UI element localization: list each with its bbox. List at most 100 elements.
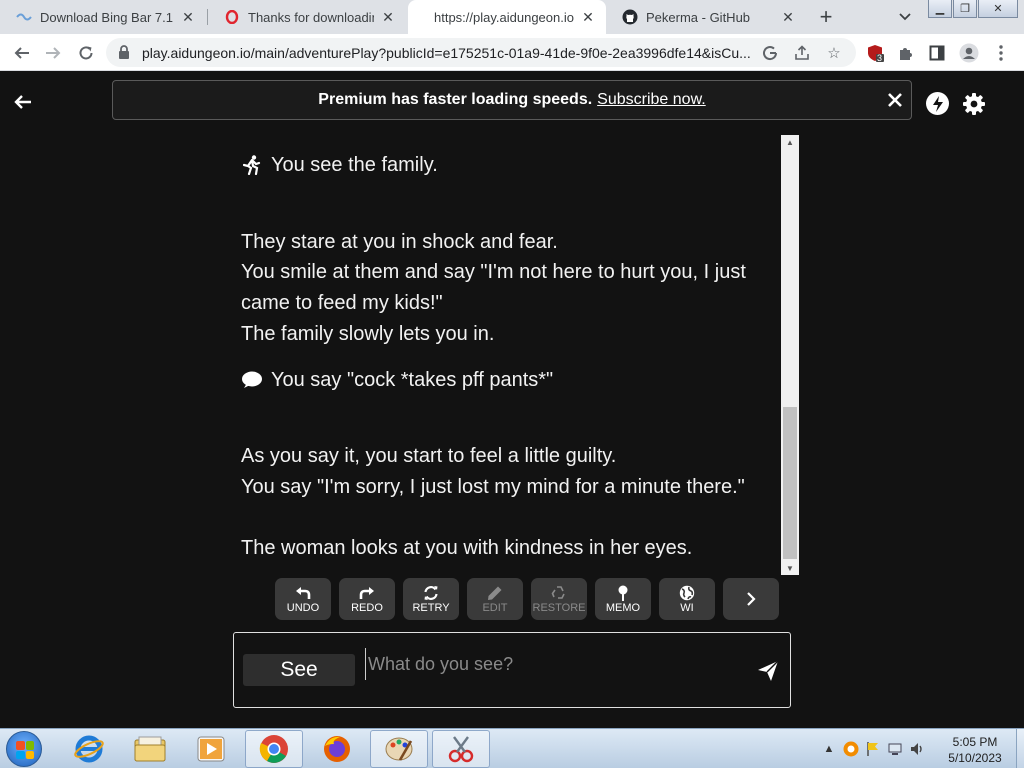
clock-time: 5:05 PM [952,735,998,749]
extension-badge: 3 [877,53,883,63]
file-explorer-icon[interactable] [121,730,179,768]
send-icon[interactable] [756,659,780,683]
side-panel-icon[interactable] [924,40,950,66]
redo-label: REDO [351,601,383,614]
taskbar-clock[interactable]: 5:05 PM 5/10/2023 [936,734,1014,766]
restore-button[interactable]: RESTORE [531,578,587,620]
banner-text: Premium has faster loading speeds. [318,91,593,108]
start-button[interactable] [6,731,42,767]
globe-icon [679,585,695,601]
extensions-puzzle-icon[interactable] [893,40,919,66]
bookmark-star-icon[interactable]: ☆ [824,43,844,63]
close-icon[interactable] [885,90,905,110]
media-player-icon[interactable] [182,730,240,768]
world-info-button[interactable]: WI [659,578,715,620]
tab-bing-bar[interactable]: Download Bing Bar 7.1.36 ✕ [0,0,206,34]
lock-icon [118,45,132,59]
premium-banner: Premium has faster loading speeds. Subsc… [112,80,912,120]
story-paragraph: The family slowly lets you in. [241,323,495,345]
story-action: You see the family. [241,150,771,181]
story-paragraph: As you say it, you start to feel a littl… [241,445,617,467]
snipping-tool-icon[interactable] [432,730,490,768]
scrollbar-thumb[interactable] [783,407,797,559]
lightning-icon[interactable] [926,92,949,115]
scroll-up-arrow-icon[interactable]: ▲ [781,135,799,149]
story-paragraph: They stare at you in shock and fear. [241,231,558,253]
show-desktop-button[interactable] [1016,729,1024,768]
story-scrollbar[interactable]: ▲ ▼ [781,135,799,575]
google-icon[interactable] [760,43,780,63]
firefox-icon[interactable] [308,730,366,768]
close-window-button[interactable]: ✕ [978,0,1018,18]
new-tab-button[interactable]: + [814,4,838,29]
tab-aidungeon[interactable]: https://play.aidungeon.io ✕ [408,0,606,34]
gear-icon[interactable] [962,92,986,116]
retry-button[interactable]: RETRY [403,578,459,620]
chevron-right-icon [743,591,759,607]
story-action: You say "cock *takes pff pants*" [241,365,771,396]
address-bar[interactable]: play.aidungeon.io/main/adventurePlay?pub… [106,38,856,67]
url-text: play.aidungeon.io/main/adventurePlay?pub… [142,45,751,61]
reload-icon[interactable] [73,40,99,66]
story-action-text: You see the family. [271,154,438,176]
action-center-flag-icon[interactable] [865,741,881,757]
redo-button[interactable]: REDO [339,578,395,620]
tab-title: Download Bing Bar 7.1.36 [40,9,174,25]
tab-title: Thanks for downloading [248,9,374,25]
wi-label: WI [680,601,694,614]
tab-strip: Download Bing Bar 7.1.36 ✕ Thanks for do… [0,0,1024,34]
extension-shield-icon[interactable]: 3 [862,40,888,66]
avast-icon[interactable] [843,741,859,757]
restore-window-button[interactable]: ❐ [953,0,977,18]
retry-label: RETRY [412,601,450,614]
show-hidden-icons-icon[interactable]: ▲ [821,741,837,757]
memo-button[interactable]: MEMO [595,578,651,620]
recycle-icon [551,585,567,601]
more-actions-button[interactable] [723,578,779,620]
edit-button[interactable]: EDIT [467,578,523,620]
chrome-icon[interactable] [245,730,303,768]
system-tray: ▲ [818,729,928,768]
browser-menu-icon[interactable] [988,40,1014,66]
adventure-page: Premium has faster loading speeds. Subsc… [0,71,1024,728]
run-icon [241,154,263,176]
minimize-window-button[interactable]: ▁ [928,0,952,18]
retry-icon [423,585,439,601]
subscribe-link[interactable]: Subscribe now. [597,91,706,109]
close-tab-icon[interactable]: ✕ [780,9,796,25]
tab-search-chevron-icon[interactable] [894,6,916,28]
share-icon[interactable] [792,43,812,63]
internet-explorer-icon[interactable] [60,730,118,768]
volume-icon[interactable] [909,741,925,757]
back-icon[interactable] [9,40,35,66]
close-tab-icon[interactable]: ✕ [180,9,196,25]
restore-label: RESTORE [532,601,586,614]
pin-icon [615,585,631,601]
action-text-input[interactable] [365,648,745,680]
story-action-text: You say "cock *takes pff pants*" [271,369,554,391]
clock-date: 5/10/2023 [948,751,1002,765]
story-paragraph: The woman looks at you with kindness in … [241,537,693,559]
back-arrow-icon[interactable] [12,91,34,113]
speech-icon [241,369,263,391]
close-tab-icon[interactable]: ✕ [380,9,396,25]
memo-label: MEMO [605,601,641,614]
windows-taskbar: ▲ 5:05 PM 5/10/2023 [0,728,1024,768]
redo-icon [359,585,375,601]
input-mode-button[interactable]: See [243,654,355,686]
paint-icon[interactable] [370,730,428,768]
scroll-down-arrow-icon[interactable]: ▼ [781,561,799,575]
undo-label: UNDO [286,601,320,614]
story-paragraph: You smile at them and say "I'm not here … [241,261,746,314]
tab-title: Pekerma - GitHub [646,9,751,25]
opera-icon [224,9,240,25]
close-tab-icon[interactable]: ✕ [580,9,596,25]
undo-button[interactable]: UNDO [275,578,331,620]
tab-opera[interactable]: Thanks for downloading ✕ [208,0,406,34]
story-paragraph: You say "I'm sorry, I just lost my mind … [241,476,745,498]
profile-avatar-icon[interactable] [956,40,982,66]
forward-icon[interactable] [40,40,66,66]
pencil-icon [487,585,503,601]
tab-github[interactable]: Pekerma - GitHub ✕ [606,0,806,34]
network-icon[interactable] [887,741,903,757]
